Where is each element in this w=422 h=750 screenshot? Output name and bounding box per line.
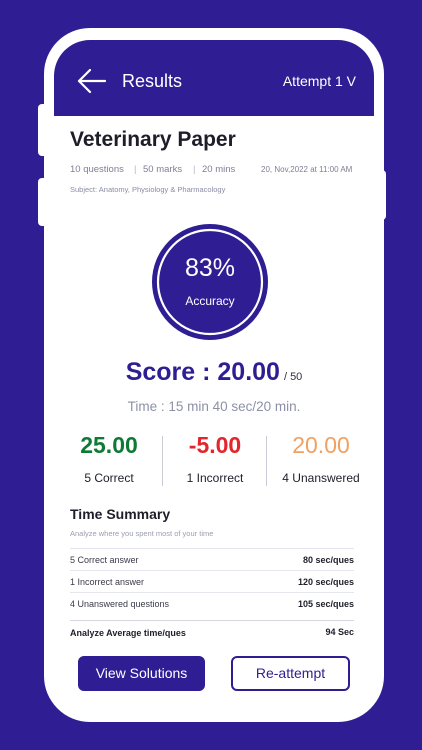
accuracy-value: 83% (184, 254, 236, 282)
average-time-row: Analyze Average time/ques 94 Sec (70, 620, 354, 642)
time-summary-title: Time Summary (70, 506, 171, 522)
exam-datetime: 20, Nov,2022 at 11:00 AM (261, 165, 353, 174)
stat-incorrect: -5.00 1 Incorrect (162, 432, 268, 485)
app-header: Results Attempt 1 V (54, 40, 374, 116)
paper-title: Veterinary Paper (70, 128, 236, 151)
stat-unanswered-value: 20.00 (292, 432, 350, 458)
score-value: Score : 20.00 (125, 358, 280, 386)
stat-correct: 25.00 5 Correct (56, 432, 162, 485)
row-label: 1 Incorrect answer (70, 577, 145, 587)
average-label: Analyze Average time/ques (70, 628, 186, 638)
stat-incorrect-label: 1 Incorrect (186, 471, 244, 485)
stat-unanswered-label: 4 Unanswered (282, 471, 360, 485)
average-value: 94 Sec (325, 627, 354, 637)
marks-count: 50 marks (143, 164, 183, 175)
stat-correct-value: 25.00 (80, 432, 138, 458)
meta-separator: | (134, 164, 137, 175)
duration: 20 mins (202, 164, 236, 175)
results-screen: Results Attempt 1 V Veterinary Paper 10 … (54, 40, 374, 710)
time-summary-row: 5 Correct answer 80 sec/ques (70, 548, 354, 570)
row-label: 5 Correct answer (70, 555, 139, 565)
row-value: 105 sec/ques (297, 599, 354, 609)
row-label: 4 Unanswered questions (70, 599, 170, 609)
view-solutions-button[interactable]: View Solutions (78, 656, 205, 691)
stat-divider (266, 436, 267, 486)
stat-incorrect-value: -5.00 (188, 432, 242, 458)
row-value: 120 sec/ques (297, 577, 354, 587)
time-summary-row: 1 Incorrect answer 120 sec/ques (70, 570, 354, 592)
score-line: Score : 20.00/ 50 (54, 358, 374, 387)
meta-separator: | (193, 164, 196, 175)
attempt-selector[interactable]: Attempt 1 V (283, 73, 356, 89)
reattempt-button[interactable]: Re-attempt (231, 656, 350, 691)
accuracy-label: Accuracy (185, 294, 235, 308)
paper-meta: 10 questions | 50 marks | 20 mins 20, No… (70, 164, 370, 180)
score-total: / 50 (283, 371, 303, 383)
time-summary-subtitle: Analyze where you spent most of your tim… (70, 529, 214, 538)
arrow-left-icon[interactable] (76, 68, 106, 94)
paper-subject: Subject: Anatomy, Physiology & Pharmacol… (70, 185, 226, 194)
page-title: Results (122, 71, 183, 91)
stat-unanswered: 20.00 4 Unanswered (268, 432, 374, 485)
row-value: 80 sec/ques (302, 555, 354, 565)
time-summary-row: 4 Unanswered questions 105 sec/ques (70, 592, 354, 614)
question-count: 10 questions (70, 164, 124, 175)
stat-correct-label: 5 Correct (84, 471, 134, 485)
time-taken: Time : 15 min 40 sec/20 min. (127, 399, 301, 414)
